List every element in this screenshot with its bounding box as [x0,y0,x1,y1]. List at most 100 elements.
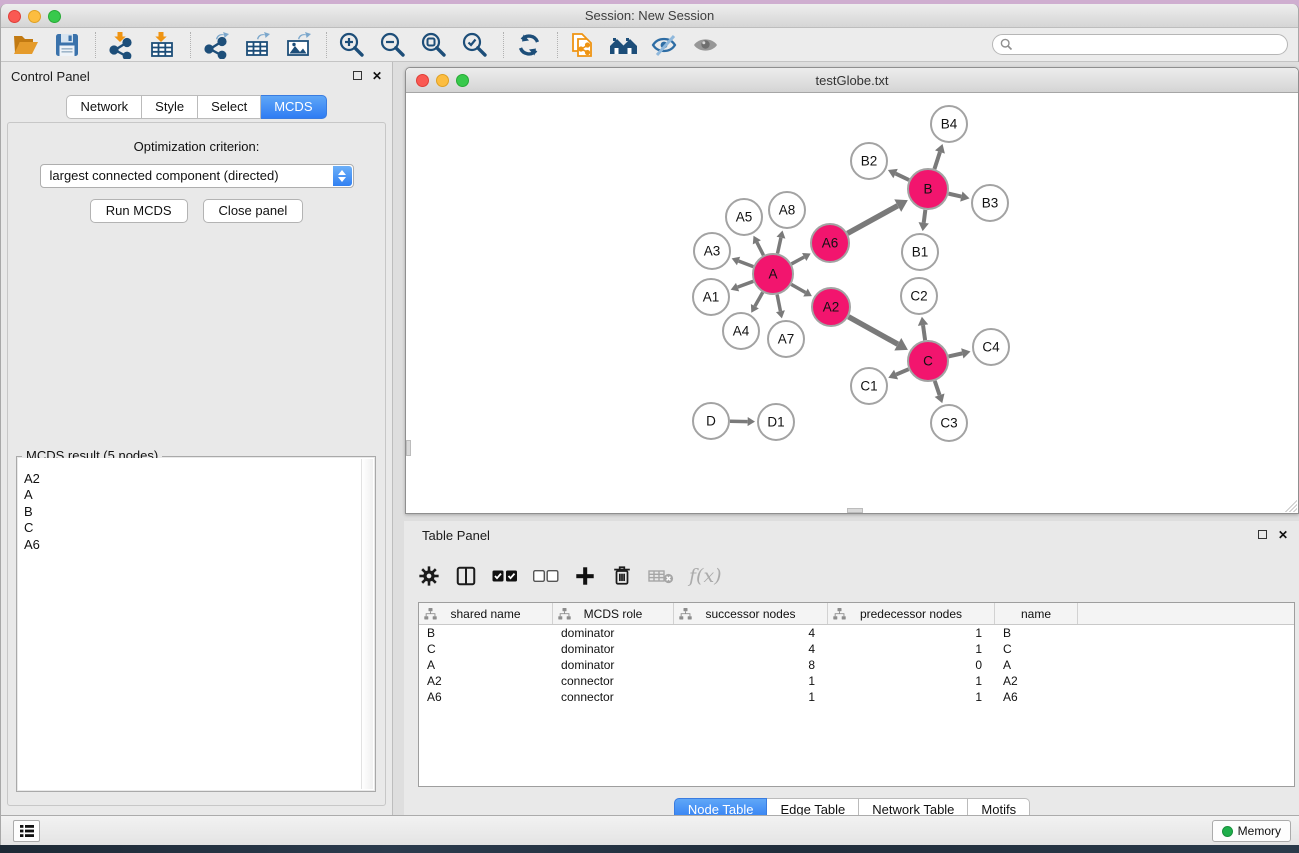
hide-selected-icon[interactable] [650,31,680,59]
zoom-fit-icon[interactable] [419,31,449,59]
graph-edge-A-A2[interactable] [791,284,812,296]
graph-edge-B-B2[interactable] [888,169,909,180]
tab-style[interactable]: Style [142,95,198,119]
graph-edge-A2-C[interactable] [848,317,907,351]
import-network-icon[interactable] [106,31,136,59]
graph-node-B2[interactable]: B2 [851,143,887,179]
vertical-scrollbar-thumb[interactable] [406,440,411,456]
network-canvas[interactable]: B4 B2 B B3 A5A8A6 B1 A3 A A1 C2 A2 A4A7 C4 C C1 C3 D D1 [406,93,1298,513]
tab-select[interactable]: Select [198,95,261,119]
graph-node-A4[interactable]: A4 [723,313,759,349]
graph-node-B4[interactable]: B4 [931,106,967,142]
search-field[interactable] [992,34,1288,55]
mcds-result-item[interactable]: A [18,487,374,503]
horizontal-scrollbar-thumb[interactable] [847,508,863,513]
tab-network[interactable]: Network [66,95,142,119]
column-header-successor-nodes[interactable]: successor nodes [674,603,828,624]
save-session-icon[interactable] [52,31,82,59]
close-panel-button[interactable]: Close panel [203,199,304,223]
close-panel-icon[interactable]: ✕ [372,69,382,83]
deselect-all-icon[interactable] [533,569,559,583]
graph-node-A7[interactable]: A7 [768,321,804,357]
select-all-icon[interactable] [492,569,518,583]
export-network-icon[interactable] [201,31,231,59]
show-all-icon[interactable] [691,31,721,59]
search-input[interactable] [1013,36,1287,53]
graph-node-C3[interactable]: C3 [931,405,967,441]
mcds-result-item[interactable]: B [18,504,374,520]
float-panel-icon[interactable] [353,71,362,80]
graph-node-A8[interactable]: A8 [769,192,805,228]
run-mcds-button[interactable]: Run MCDS [90,199,188,223]
table-close-panel-icon[interactable]: ✕ [1278,528,1288,542]
graph-node-D1[interactable]: D1 [758,404,794,440]
graph-edge-A-A7[interactable] [776,295,785,319]
graph-edge-A-A3[interactable] [732,257,754,267]
column-header-shared-name[interactable]: shared name [419,603,553,624]
graph-node-A3[interactable]: A3 [694,233,730,269]
first-neighbors-icon[interactable] [609,31,639,59]
task-history-button[interactable] [13,820,40,842]
graph-edge-C-C4[interactable] [948,348,970,358]
graph-node-B3[interactable]: B3 [972,185,1008,221]
graph-edge-A6-B[interactable] [848,199,908,233]
tab-mcds[interactable]: MCDS [261,95,326,119]
zoom-selected-icon[interactable] [460,31,490,59]
graph-node-C1[interactable]: C1 [851,368,887,404]
graph-edge-A-A6[interactable] [791,253,810,264]
graph-edge-A-A1[interactable] [731,281,754,291]
result-scrollbar[interactable] [361,459,373,789]
export-table-icon[interactable] [242,31,272,59]
graph-node-A2[interactable]: A2 [812,288,850,326]
import-table-icon[interactable] [147,31,177,59]
mcds-result-item[interactable]: A2 [18,471,374,487]
column-header-filler [1078,603,1294,624]
table-float-panel-icon[interactable] [1258,530,1267,539]
table-row[interactable]: Bdominator41B [419,625,1294,641]
graph-node-D[interactable]: D [693,403,729,439]
graph-edge-A-A4[interactable] [751,292,763,312]
mcds-result-item[interactable]: A6 [18,537,374,553]
graph-edge-A-A5[interactable] [753,236,764,256]
zoom-out-icon[interactable] [378,31,408,59]
graph-edge-C-C1[interactable] [888,369,908,379]
column-header-name[interactable]: name [995,603,1078,624]
graph-edge-B-B3[interactable] [948,191,969,201]
graph-edge-B-B1[interactable] [919,210,929,231]
criterion-dropdown[interactable]: largest connected component (directed) [40,164,354,188]
refresh-icon[interactable] [514,31,544,59]
graph-node-B1[interactable]: B1 [902,234,938,270]
clone-network-icon[interactable] [568,31,598,59]
delete-table-icon[interactable] [648,567,674,585]
graph-node-C[interactable]: C [908,341,948,381]
graph-node-C4[interactable]: C4 [973,329,1009,365]
function-builder-icon[interactable]: f(x) [689,565,722,587]
settings-gear-icon[interactable] [418,565,440,587]
memory-button[interactable]: Memory [1212,820,1291,842]
graph-edge-A-A8[interactable] [776,231,785,254]
export-image-icon[interactable] [283,31,313,59]
graph-node-A5[interactable]: A5 [726,199,762,235]
table-row[interactable]: A2connector11A2 [419,673,1294,689]
graph-node-C2[interactable]: C2 [901,278,937,314]
graph-node-A6[interactable]: A6 [811,224,849,262]
mcds-result-item[interactable]: C [18,520,374,536]
add-column-icon[interactable] [574,565,596,587]
graph-edge-C-C2[interactable] [918,317,928,340]
resize-grip[interactable] [1285,500,1297,512]
column-header-MCDS-role[interactable]: MCDS role [553,603,674,624]
column-header-predecessor-nodes[interactable]: predecessor nodes [828,603,995,624]
graph-node-A[interactable]: A [753,254,793,294]
graph-edge-D-D1[interactable] [730,417,755,426]
graph-edge-C-C3[interactable] [935,381,945,403]
table-row[interactable]: Adominator80A [419,657,1294,673]
show-columns-icon[interactable] [455,565,477,587]
table-row[interactable]: A6connector11A6 [419,689,1294,705]
graph-edge-B-B4[interactable] [934,144,944,169]
graph-node-B[interactable]: B [908,169,948,209]
table-row[interactable]: Cdominator41C [419,641,1294,657]
zoom-in-icon[interactable] [337,31,367,59]
graph-node-A1[interactable]: A1 [693,279,729,315]
delete-column-icon[interactable] [611,565,633,587]
open-file-icon[interactable] [11,31,41,59]
